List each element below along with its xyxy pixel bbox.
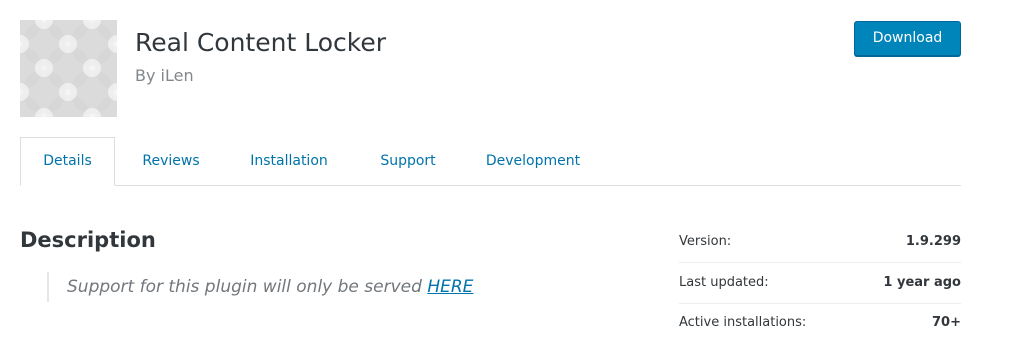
plugin-author: By iLen [135,66,194,85]
meta-value: 70+ [932,315,961,330]
tab-details[interactable]: Details [20,137,115,186]
tab-support[interactable]: Support [369,137,447,185]
tab-development[interactable]: Development [477,137,589,185]
meta-row-active-installations: Active installations: 70+ [679,303,961,343]
plugin-tabs: Details Reviews Installation Support Dev… [20,137,961,186]
meta-value: 1 year ago [883,275,961,290]
plugin-banner-pattern-icon [20,20,117,117]
download-button[interactable]: Download [854,21,961,56]
description-quote-text: Support for this plugin will only be ser… [67,277,428,297]
tab-reviews[interactable]: Reviews [125,137,217,185]
tab-installation[interactable]: Installation [240,137,338,185]
plugin-icon [20,20,117,117]
meta-row-last-updated: Last updated: 1 year ago [679,263,961,304]
meta-row-version: Version: 1.9.299 [679,222,961,263]
plugin-title: Real Content Locker [135,28,386,57]
support-link[interactable]: HERE [427,277,473,297]
meta-value: 1.9.299 [905,234,961,249]
description-heading: Description [20,228,156,252]
meta-label: Version: [679,234,732,249]
meta-label: Last updated: [679,275,769,290]
meta-label: Active installations: [679,315,807,330]
description-quote: Support for this plugin will only be ser… [47,272,473,302]
